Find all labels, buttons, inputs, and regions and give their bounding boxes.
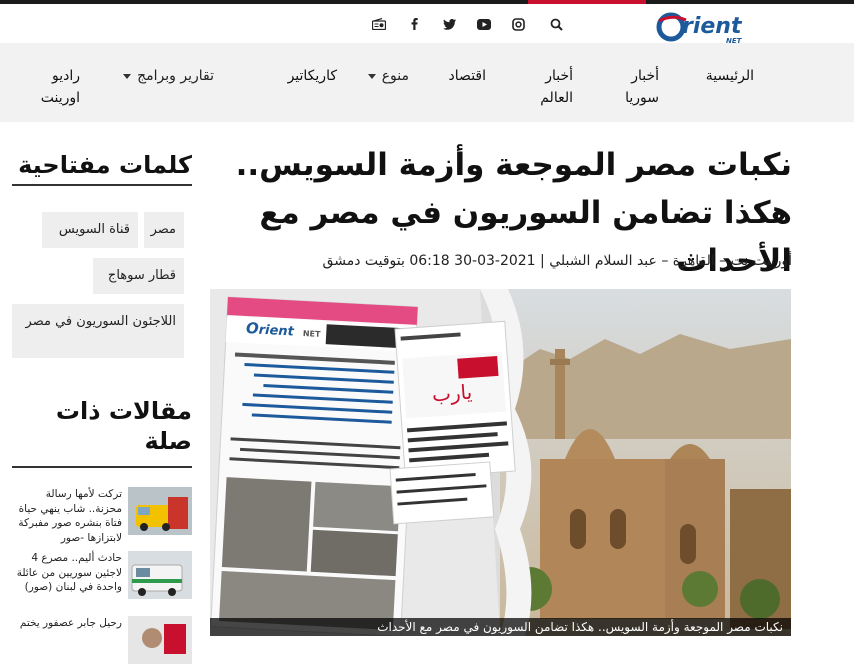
orient-logo[interactable]: rient NET — [656, 10, 748, 46]
nav-syria-news[interactable]: أخبار سوريا — [619, 65, 659, 109]
related-item[interactable]: حادث أليم.. مصرع 4 لاجئين سوريين من عائل… — [12, 551, 192, 603]
hero-logo-o: O — [245, 319, 260, 338]
nav-reports: تقارير وبرامج — [137, 68, 214, 84]
nav-misc: منوع — [381, 68, 409, 84]
nav-home[interactable]: الرئيسية — [706, 65, 754, 87]
radio-icon[interactable] — [372, 17, 386, 31]
related-thumbnail[interactable] — [128, 616, 192, 664]
hero-logo-text: rient — [258, 322, 295, 340]
tag-egypt[interactable]: مصر — [144, 212, 184, 248]
keywords-underline — [12, 184, 192, 186]
chevron-down-icon — [123, 73, 132, 79]
instagram-icon[interactable] — [511, 17, 525, 31]
hero-caption: نكبات مصر الموجعة وأزمة السويس.. هكذا تض… — [210, 618, 791, 636]
twitter-icon[interactable] — [442, 17, 456, 31]
logo-text: rient — [682, 14, 742, 39]
related-title[interactable]: تركت لأمها رسالة محزنة.. شاب ينهي حياة ف… — [12, 487, 122, 545]
related-thumbnail[interactable] — [128, 487, 192, 535]
related-item[interactable]: تركت لأمها رسالة محزنة.. شاب ينهي حياة ف… — [12, 487, 192, 544]
hero-handwriting: يارب — [431, 379, 473, 407]
hero-logo: Orient NET — [241, 316, 326, 343]
nav-caricature[interactable]: كاريكاتير — [288, 65, 337, 87]
related-heading: مقالات ذات صلة — [55, 397, 192, 455]
related-title[interactable]: حادث أليم.. مصرع 4 لاجئين سوريين من عائل… — [12, 551, 122, 595]
tag-suez-canal[interactable]: قناة السويس — [42, 212, 138, 248]
keywords-heading: كلمات مفتاحية — [18, 151, 192, 179]
youtube-icon[interactable] — [477, 17, 491, 31]
nav-radio-orient[interactable]: راديو اورينت — [40, 65, 80, 109]
hero-logo-sub: NET — [302, 329, 321, 339]
related-item[interactable]: رحيل جابر عصفور يختم — [12, 616, 192, 664]
nav-world-news[interactable]: أخبار العالم — [533, 65, 573, 109]
nav-economy[interactable]: اقتصاد — [449, 65, 486, 87]
search-icon[interactable] — [549, 17, 563, 31]
related-thumbnail[interactable] — [128, 551, 192, 599]
article-byline: أورينت نت – القاهرة – عبد السلام الشبلي … — [322, 253, 792, 269]
nav-reports-dropdown[interactable]: تقارير وبرامج — [117, 65, 214, 87]
site-header: rient NET — [0, 4, 854, 46]
tag-syrian-refugees-egypt[interactable]: اللاجئون السوريون في مصر — [12, 304, 184, 358]
nav-misc-dropdown[interactable]: منوع — [362, 65, 409, 87]
related-underline — [12, 466, 192, 468]
related-title[interactable]: رحيل جابر عصفور يختم — [12, 616, 122, 631]
tag-sohag-train[interactable]: قطار سوهاج — [93, 258, 184, 294]
hero-image: Orient NET يارب — [210, 289, 791, 636]
facebook-icon[interactable] — [407, 17, 421, 31]
chevron-down-icon — [367, 73, 376, 79]
main-nav: الرئيسية أخبار سوريا أخبار العالم اقتصاد… — [0, 43, 854, 122]
